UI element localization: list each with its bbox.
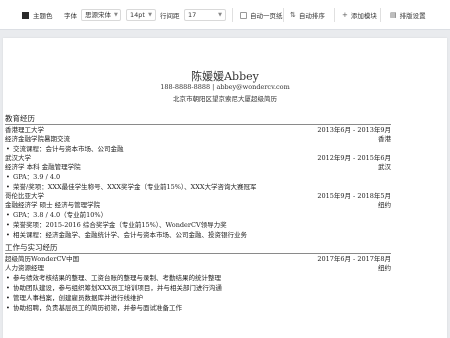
font-select-wrap: 思源宋体 ▼ (81, 0, 121, 30)
section-title-education[interactable]: 教育经历 (5, 113, 35, 124)
theme-color-label: 主题色 (33, 12, 53, 20)
edu-bullet[interactable]: 交流课程：会计与资本市场、公司金融 (6, 145, 123, 154)
edu-bullet[interactable]: 荣誉奖项：2015-2016 综合奖学金（专业前15%）、WonderCV领导力… (6, 221, 227, 230)
line-height-select-wrap: 17 ▼ (184, 0, 226, 30)
edu-location: 武汉 (378, 163, 391, 171)
line-height-label: 行间距 (160, 12, 180, 20)
edu-program: 经济学 本科 金融管理学院 (5, 163, 81, 171)
line-height-select[interactable]: 17 ▼ (184, 9, 226, 21)
edu-line[interactable]: 经济金融学院暑期交流 香港 (5, 135, 391, 144)
chevron-down-icon: ▼ (218, 12, 222, 18)
edu-date: 2013年6月 - 2013年9月 (317, 126, 391, 134)
edu-program: 经济金融学院暑期交流 (5, 135, 70, 143)
add-module-button[interactable]: + 添加模块 (342, 0, 377, 30)
resume-address[interactable]: 北京市朝阳区望京索尼大厦超级简历 (3, 93, 447, 103)
work-location: 纽约 (378, 264, 391, 272)
edu-school: 哥伦比亚大学 (5, 192, 44, 200)
work-line[interactable]: 超级简历WonderCV中国 2017年6月 - 2017年8月 (5, 255, 391, 264)
edu-bullet[interactable]: GPA：3.9 / 4.0 (6, 173, 60, 182)
edu-school: 武汉大学 (5, 154, 31, 162)
work-bullet[interactable]: 协助团队建设，参与组织筹划XXX员工培训项目，并与相关部门进行沟通 (6, 284, 222, 293)
editor-toolbar: 主题色 字体 思源宋体 ▼ 14pt ▼ 行间距 17 ▼ 自动一页纸 ⇅ 自动… (0, 0, 450, 30)
work-bullet[interactable]: 协助招聘，负责基层员工的简历初筛，并参与面试准备工作 (6, 304, 182, 313)
work-date: 2017年6月 - 2017年8月 (317, 255, 391, 263)
chevron-down-icon: ▼ (114, 12, 118, 18)
size-select-wrap: 14pt ▼ (126, 0, 156, 30)
font-select[interactable]: 思源宋体 ▼ (81, 9, 121, 21)
edu-line[interactable]: 金融经济学 硕士 经济与管理学院 纽约 (5, 201, 391, 210)
section-divider (5, 124, 391, 125)
theme-color-control[interactable]: 主题色 (22, 0, 53, 30)
edu-line[interactable]: 经济学 本科 金融管理学院 武汉 (5, 163, 391, 172)
resume-contact[interactable]: 188-8888-8888 | abbey@wondercv.com (3, 83, 447, 91)
edu-line[interactable]: 武汉大学 2012年9月 - 2015年6月 (5, 154, 391, 163)
sort-icon: ⇅ (290, 11, 296, 19)
edu-program: 金融经济学 硕士 经济与管理学院 (5, 201, 101, 209)
edu-school: 香港理工大学 (5, 126, 44, 134)
toolbar-divider (334, 8, 335, 22)
edu-bullet[interactable]: GPA：3.8 / 4.0（专业前10%） (6, 211, 107, 220)
plus-icon: + (342, 11, 348, 19)
resume-name[interactable]: 陈媛媛Abbey (3, 68, 447, 84)
work-role: 人力资源经理 (5, 264, 44, 272)
font-label: 字体 (64, 12, 77, 20)
toolbar-divider (283, 8, 284, 22)
auto-one-page-toggle[interactable]: 自动一页纸 (240, 0, 283, 30)
edu-date: 2015年9月 - 2018年5月 (317, 192, 391, 200)
edu-bullet[interactable]: 荣誉/奖项：XXX最佳学生称号、XXX奖学金（专业前15%）、XXX大学咨询大赛… (6, 183, 257, 192)
section-title-work[interactable]: 工作与实习经历 (5, 242, 58, 253)
theme-color-swatch[interactable] (22, 11, 29, 19)
edu-line[interactable]: 哥伦比亚大学 2015年9月 - 2018年5月 (5, 192, 391, 201)
font-size-select[interactable]: 14pt ▼ (126, 9, 156, 21)
work-bullet[interactable]: 参与绩效考核结果的整理、工资台账的整理与录制、考勤结果的统计整理 (6, 274, 221, 283)
layout-settings-button[interactable]: ▤ 排版设置 (390, 0, 426, 30)
chevron-down-icon: ▼ (148, 12, 152, 18)
section-divider (5, 253, 391, 254)
work-bullet[interactable]: 管理人事档案，创建雇员数据库并进行线维护 (6, 294, 143, 303)
edu-location: 纽约 (378, 201, 391, 209)
toolbar-divider (380, 8, 381, 22)
edu-bullet[interactable]: 相关课程：经济金融学、金融统计学、会计与资本市场、公司金融、投资银行业务 (6, 231, 247, 240)
toolbar-divider (232, 8, 233, 22)
work-company: 超级简历WonderCV中国 (5, 255, 80, 263)
work-line[interactable]: 人力资源经理 纽约 (5, 264, 391, 273)
layout-icon: ▤ (390, 11, 397, 19)
edu-date: 2012年9月 - 2015年6月 (317, 154, 391, 162)
resume-page: 陈媛媛Abbey 188-8888-8888 | abbey@wondercv.… (3, 38, 447, 338)
checkbox-icon[interactable] (240, 11, 247, 19)
edu-line[interactable]: 香港理工大学 2013年6月 - 2013年9月 (5, 126, 391, 135)
auto-sort-button[interactable]: ⇅ 自动排序 (290, 0, 325, 30)
edu-location: 香港 (378, 135, 391, 143)
